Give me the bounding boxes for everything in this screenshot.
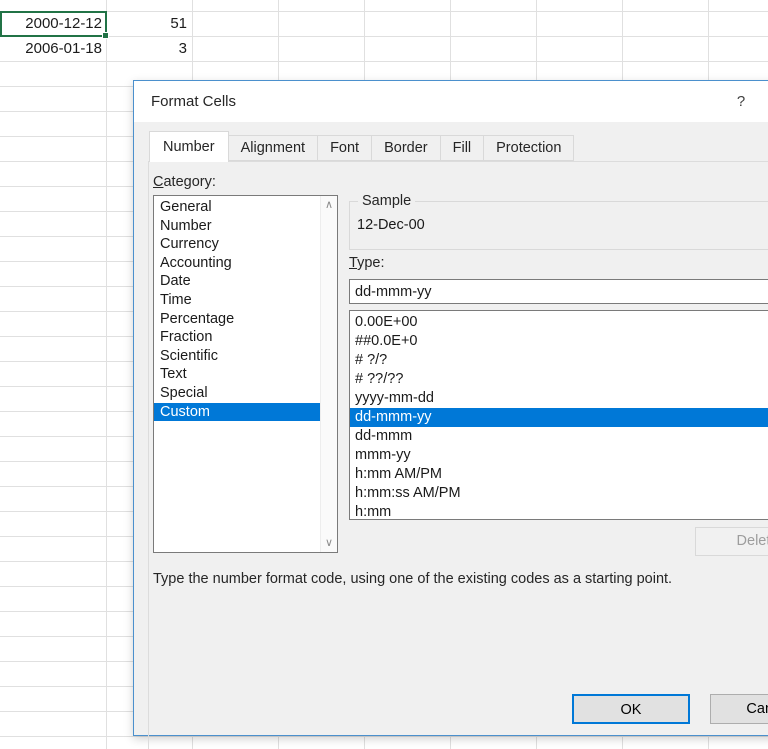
type-option-h-mm[interactable]: h:mm xyxy=(350,503,768,519)
type-option-h-mm-ss-am-pm[interactable]: h:mm:ss AM/PM xyxy=(350,484,768,503)
type-input[interactable] xyxy=(349,279,768,304)
tab-border[interactable]: Border xyxy=(372,135,441,161)
scroll-up-icon[interactable]: ∧ xyxy=(321,197,337,213)
fill-handle[interactable] xyxy=(102,32,109,39)
category-listbox[interactable]: General Number Currency Accounting Date Time P… xyxy=(153,195,338,553)
dialog-titlebar[interactable]: Format Cells ? xyxy=(134,81,768,122)
category-item-fraction[interactable]: Fraction xyxy=(154,328,320,347)
tab-font[interactable]: Font xyxy=(318,135,373,161)
category-item-text[interactable]: Text xyxy=(154,365,320,384)
type-option-dd-mmm-yy[interactable]: dd-mmm-yy xyxy=(350,408,768,427)
type-option-h-mm-am-pm[interactable]: h:mm AM/PM xyxy=(350,465,768,484)
category-item-accounting[interactable]: Accounting xyxy=(154,254,320,273)
dialog-title: Format Cells xyxy=(151,93,237,110)
ok-button[interactable]: OK xyxy=(572,694,690,724)
tab-fill[interactable]: Fill xyxy=(440,135,485,161)
category-item-special[interactable]: Special xyxy=(154,384,320,403)
category-item-number[interactable]: Number xyxy=(154,217,320,236)
category-item-date[interactable]: Date xyxy=(154,272,320,291)
tab-strip: Number Alignment Font Border Fill Protection xyxy=(149,131,575,162)
scroll-down-icon[interactable]: ∨ xyxy=(321,535,337,551)
help-icon[interactable]: ? xyxy=(726,81,756,122)
type-listbox[interactable]: 0.00E+00 ##0.0E+0 # ?/? # ??/?? yyyy-mm-dd dd… xyxy=(349,310,768,520)
tab-alignment[interactable]: Alignment xyxy=(228,135,319,161)
category-item-custom[interactable]: Custom xyxy=(154,402,320,422)
tab-protection[interactable]: Protection xyxy=(484,135,575,161)
category-item-percentage[interactable]: Percentage xyxy=(154,310,320,329)
type-option-[interactable]: # ??/?? xyxy=(350,370,768,389)
cell-b1[interactable]: 51 xyxy=(107,11,187,36)
format-cells-dialog: Format Cells ? Number Alignment Font Border… xyxy=(133,80,768,749)
type-option-yyyy-mm-dd[interactable]: yyyy-mm-dd xyxy=(350,389,768,408)
sample-groupbox: Sample 12-Dec-00 xyxy=(349,193,768,250)
sample-value: 12-Dec-00 xyxy=(357,217,425,233)
category-items: General Number Currency Accounting Date Time P… xyxy=(154,196,320,552)
format-hint-text: Type the number format code, using one o… xyxy=(153,571,673,587)
category-item-currency[interactable]: Currency xyxy=(154,235,320,254)
type-option-[interactable]: # ?/? xyxy=(350,351,768,370)
sample-legend: Sample xyxy=(362,193,412,209)
delete-button[interactable]: Delete xyxy=(695,527,768,556)
category-item-scientific[interactable]: Scientific xyxy=(154,347,320,366)
selected-cell-outline xyxy=(0,11,109,39)
category-label: Category: xyxy=(153,174,216,190)
tab-number[interactable]: Number xyxy=(149,131,229,162)
category-item-general[interactable]: General xyxy=(154,198,320,217)
type-option-dd-mmm[interactable]: dd-mmm xyxy=(350,427,768,446)
cancel-button[interactable]: Cancel xyxy=(710,694,768,724)
screen: 2000-12-12 51 2006-01-18 3 Format Cells … xyxy=(0,0,768,749)
cell-b2[interactable]: 3 xyxy=(107,36,187,61)
type-option-mmm-yy[interactable]: mmm-yy xyxy=(350,446,768,465)
type-option-0-0e-0[interactable]: ##0.0E+0 xyxy=(350,332,768,351)
category-scrollbar[interactable]: ∧ ∨ xyxy=(320,196,337,552)
type-label: Type: xyxy=(349,255,385,271)
category-item-time[interactable]: Time xyxy=(154,291,320,310)
cell-a2[interactable]: 2006-01-18 xyxy=(0,36,102,61)
type-option-0-00e-00[interactable]: 0.00E+00 xyxy=(350,313,768,332)
